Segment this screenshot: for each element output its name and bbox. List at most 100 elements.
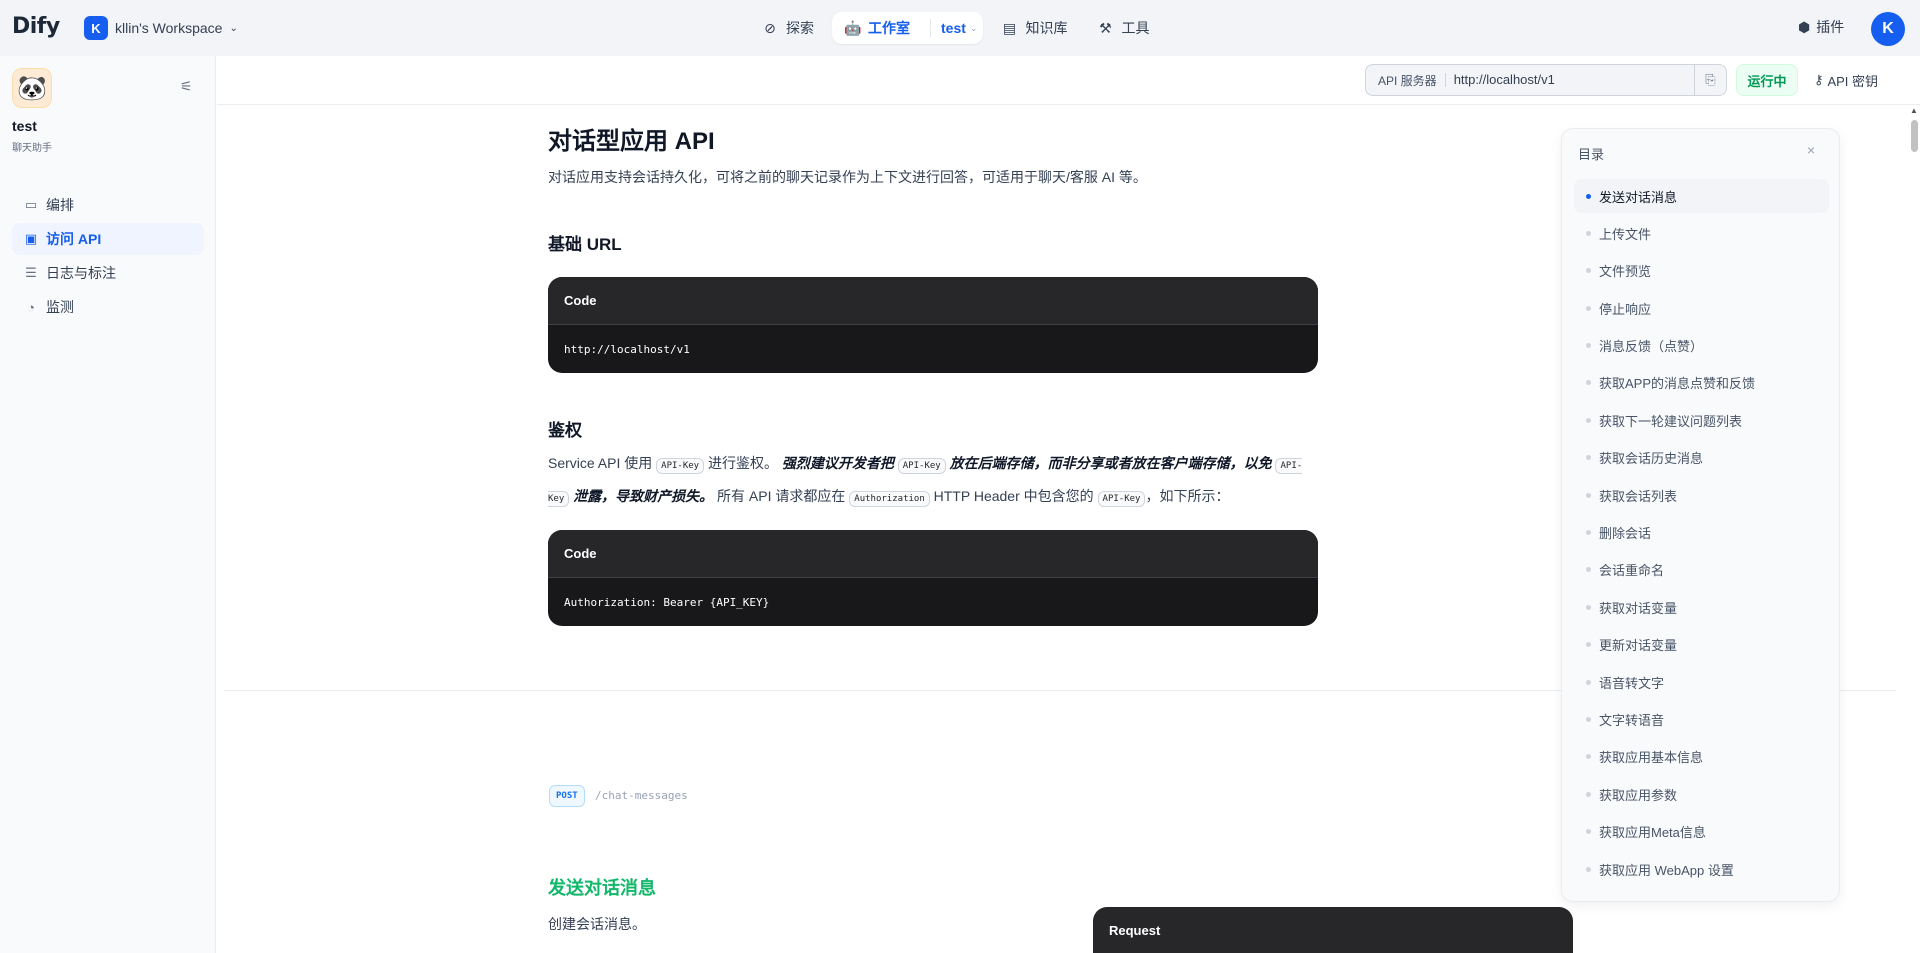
page-title: 对话型应用 API [548, 128, 715, 155]
bullet-icon [1586, 530, 1591, 536]
section-title[interactable]: 发送对话消息 [548, 874, 656, 900]
bullet-icon [1586, 642, 1591, 648]
close-icon[interactable]: × [1807, 142, 1815, 158]
request-label: Request [1109, 923, 1161, 938]
nav-knowledge-label: 知识库 [1025, 20, 1068, 36]
code-block-content[interactable]: http://localhost/v1 [548, 325, 1318, 373]
toc-item-label: 语音转文字 [1599, 675, 1665, 691]
toc-item-label: 文字转语音 [1599, 712, 1665, 728]
nav-explore-label: 探索 [786, 20, 814, 36]
toc-item[interactable]: 获取会话列表 [1574, 478, 1829, 512]
sidebar-item-label: 访问 API [46, 231, 102, 247]
plugins-button[interactable]: ⬢ 插件 [1798, 17, 1844, 37]
top-navbar: Dify K kllin's Workspace ⌄ ⊘ 探索 🤖 工作室 te… [0, 0, 1920, 56]
workspace-name: kllin's Workspace [115, 20, 223, 36]
toc-item[interactable]: 停止响应 [1574, 291, 1829, 325]
api-key-label: API 密钥 [1827, 73, 1879, 89]
bullet-icon [1586, 754, 1591, 760]
api-server-url: http://localhost/v1 [1444, 73, 1686, 87]
toc-item[interactable]: 获取对话变量 [1574, 590, 1829, 624]
nav-studio[interactable]: 🤖 工作室 test ⌄ [832, 12, 984, 44]
app-sidebar: 🐼 ⚟ test 聊天助手 ▭ 编排 ▣ 访问 API ☰ 日志与标注 ◔ 监测 [0, 56, 216, 953]
bullet-icon [1586, 866, 1591, 872]
nav-tools[interactable]: ⚒ 工具 [1085, 12, 1161, 44]
text: 进行鉴权。 [707, 455, 778, 471]
toc-item[interactable]: 发送对话消息 [1574, 179, 1829, 213]
robot-icon: 🤖 [844, 19, 862, 36]
sidebar-item-orchestrate[interactable]: ▭ 编排 [12, 189, 204, 221]
inline-code: API-Key [897, 458, 946, 474]
endpoint-path: /chat-messages [595, 789, 688, 802]
toc-item[interactable]: 文件预览 [1574, 254, 1829, 288]
nav-explore[interactable]: ⊘ 探索 [750, 12, 826, 44]
nav-tools-label: 工具 [1121, 20, 1150, 36]
toc-item[interactable]: 更新对话变量 [1574, 628, 1829, 662]
status-badge: 运行中 [1736, 64, 1798, 96]
toc-item[interactable]: 会话重命名 [1574, 553, 1829, 587]
file-list-icon: ☰ [25, 265, 37, 280]
toc-list: 发送对话消息 上传文件 文件预览 停止响应 消息反馈（点赞） 获取APP的消息点赞和反馈获… [1574, 179, 1829, 889]
dify-logo[interactable]: Dify [12, 14, 60, 39]
page-scrollbar[interactable]: ▲ [1908, 106, 1920, 953]
toc-item[interactable]: 获取会话历史消息 [1574, 441, 1829, 475]
code-block-content[interactable]: Authorization: Bearer {API_KEY} [548, 578, 1318, 626]
bullet-icon [1586, 716, 1591, 722]
toc-item[interactable]: 获取应用参数 [1574, 777, 1829, 811]
toc-item-label: 发送对话消息 [1599, 189, 1678, 205]
toc-item-label: 获取应用Meta信息 [1599, 825, 1706, 841]
sidebar-item-label: 日志与标注 [46, 265, 116, 281]
base-url-heading: 基础 URL [548, 235, 622, 254]
bullet-icon [1586, 604, 1591, 610]
bullet-icon [1586, 268, 1591, 274]
api-key-button[interactable]: ⚷ API 密钥 [1808, 64, 1884, 96]
nav-knowledge[interactable]: ▤ 知识库 [989, 12, 1079, 44]
workspace-switcher[interactable]: K kllin's Workspace ⌄ [84, 16, 238, 40]
sidebar-item-label: 监测 [46, 299, 74, 315]
bullet-icon [1586, 305, 1591, 311]
toc-item[interactable]: 获取应用基本信息 [1574, 740, 1829, 774]
code-block-title: Code [548, 530, 1318, 578]
http-method-badge: POST [549, 785, 585, 807]
toc-item[interactable]: 获取下一轮建议问题列表 [1574, 403, 1829, 437]
toc-item[interactable]: 获取应用 WebApp 设置 [1574, 852, 1829, 886]
bullet-icon [1586, 230, 1591, 236]
bullet-icon [1586, 492, 1591, 498]
toc-item[interactable]: 文字转语音 [1574, 702, 1829, 736]
toc-title: 目录 [1578, 147, 1605, 162]
chevron-down-icon: ⌄ [229, 22, 238, 34]
text: HTTP Header 中包含您的 [933, 488, 1094, 504]
sidebar-item-api-access[interactable]: ▣ 访问 API [12, 223, 204, 255]
sidebar-item-logs[interactable]: ☰ 日志与标注 [12, 257, 204, 289]
bullet-icon [1586, 567, 1591, 573]
scroll-up-icon[interactable]: ▲ [1910, 106, 1918, 115]
toc-item-label: 上传文件 [1599, 226, 1652, 242]
copy-icon[interactable]: ⎘ [1694, 65, 1726, 95]
inline-code: API-Key [1097, 491, 1146, 507]
scrollbar-thumb[interactable] [1911, 120, 1918, 152]
toc-item[interactable]: 消息反馈（点赞） [1574, 329, 1829, 363]
cube-icon: ⬢ [1798, 18, 1811, 35]
sidebar-toggle-icon[interactable]: ⚟ [180, 78, 193, 95]
sidebar-item-monitoring[interactable]: ◔ 监测 [12, 291, 204, 323]
hammer-icon: ⚒ [1099, 19, 1112, 36]
toc-item[interactable]: 删除会话 [1574, 516, 1829, 550]
toc-item[interactable]: 获取应用Meta信息 [1574, 815, 1829, 849]
toc-item-label: 获取对话变量 [1599, 600, 1678, 616]
bullet-icon [1586, 679, 1591, 685]
inline-code: Authorization [849, 491, 930, 507]
current-app-selector[interactable]: test ⌄ [930, 19, 977, 37]
toc-item[interactable]: 获取APP的消息点赞和反馈 [1574, 366, 1829, 400]
table-of-contents: 目录 × 发送对话消息 上传文件文件预览 停止响应消息反馈（点赞） 获取APP的消息点… [1561, 128, 1840, 902]
toc-item-label: 获取应用 WebApp 设置 [1599, 862, 1734, 878]
toc-item-label: 会话重命名 [1599, 563, 1665, 579]
key-icon: ⚷ [1813, 72, 1824, 87]
toc-item[interactable]: 语音转文字 [1574, 665, 1829, 699]
toc-item-label: 更新对话变量 [1599, 638, 1678, 654]
user-avatar[interactable]: K [1871, 12, 1905, 46]
bullet-icon [1586, 193, 1591, 199]
auth-paragraph: Service API 使用 API-Key 进行鉴权。 强烈建议开发者把 AP… [548, 448, 1318, 514]
text: Service API 使用 [548, 455, 653, 471]
current-app-name: test [941, 20, 966, 36]
toc-item[interactable]: 上传文件 [1574, 216, 1829, 250]
bullet-icon [1586, 791, 1591, 797]
